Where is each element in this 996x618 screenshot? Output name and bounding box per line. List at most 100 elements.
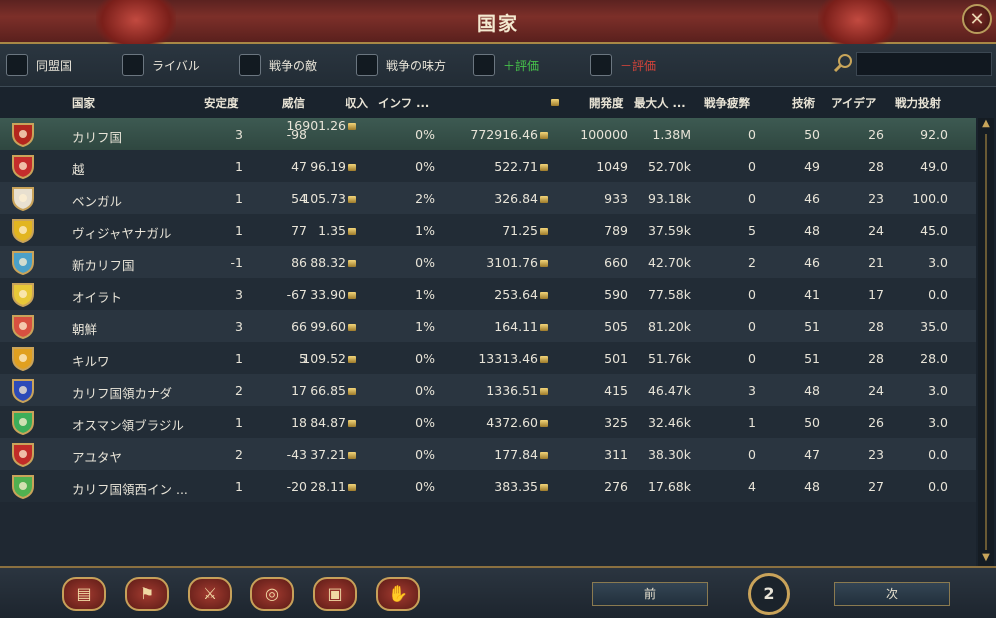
filter-checkbox[interactable] xyxy=(6,54,28,76)
country-flag-icon[interactable] xyxy=(10,217,36,243)
next-page-button[interactable]: 次 xyxy=(834,582,950,606)
ideas-value: 28 xyxy=(868,159,884,174)
prev-page-button[interactable]: 前 xyxy=(592,582,708,606)
tech-value-text: 50 xyxy=(804,415,820,430)
filter-1[interactable]: ライバル xyxy=(122,53,200,77)
income-value: 37.21 xyxy=(310,447,356,462)
country-flag-icon[interactable] xyxy=(10,153,36,179)
country-flag-icon[interactable] xyxy=(10,281,36,307)
country-flag-icon[interactable] xyxy=(10,441,36,467)
stability-value: 2 xyxy=(235,447,243,462)
col-income[interactable]: 収入 xyxy=(345,95,368,111)
scrollbar[interactable]: ▲ ▼ xyxy=(978,118,994,566)
coin-icon[interactable] xyxy=(549,95,559,109)
coins-icon[interactable]: ◎ xyxy=(250,577,294,611)
ideas-value-text: 23 xyxy=(868,191,884,206)
filter-checkbox[interactable] xyxy=(356,54,378,76)
table-row[interactable]: ヴィジャヤナガル 1 77 1.35 1% 71.25 789 37.59k 5 48 24 45.0 xyxy=(0,214,976,246)
ducats-icon xyxy=(540,356,548,363)
country-name-text: アユタヤ xyxy=(72,450,123,465)
country-flag-icon[interactable] xyxy=(10,185,36,211)
table-row[interactable]: キルワ 1 5 109.52 0% 13313.46 501 51.76k 0 51 28 28.0 xyxy=(0,342,976,374)
country-flag-icon[interactable] xyxy=(10,345,36,371)
col-manpower[interactable]: 最大人 ... xyxy=(634,95,686,111)
col-country[interactable]: 国家 xyxy=(72,95,95,111)
col-prestige[interactable]: 威信 xyxy=(282,95,305,111)
ideas-value: 28 xyxy=(868,351,884,366)
income-value-text: 109.52 xyxy=(302,351,346,366)
table-row[interactable]: 朝鮮 3 66 99.60 1% 164.11 505 81.20k 0 51 28 35.0 xyxy=(0,310,976,342)
prestige-value: 66 xyxy=(291,319,307,334)
table-row[interactable]: オスマン領ブラジル 1 18 84.87 0% 4372.60 325 32.46k 1 50 26… xyxy=(0,406,976,438)
stability-value: -1 xyxy=(231,255,243,270)
tech-value: 41 xyxy=(804,287,820,302)
table-header: 国家 安定度 威信 収入 インフ ... 開発度 最大人 ... 戦争疲弊 技術… xyxy=(0,88,976,114)
filter-5[interactable]: －評価 xyxy=(590,53,656,77)
ideas-value: 24 xyxy=(868,223,884,238)
scroll-track[interactable] xyxy=(985,134,987,550)
handshake-icon[interactable]: ✋ xyxy=(376,577,420,611)
filter-checkbox[interactable] xyxy=(239,54,261,76)
trade-goods-icon[interactable]: ▣ xyxy=(313,577,357,611)
filter-checkbox[interactable] xyxy=(590,54,612,76)
search-icon[interactable] xyxy=(832,52,854,74)
stability-value: 1 xyxy=(235,191,243,206)
filter-checkbox[interactable] xyxy=(473,54,495,76)
country-flag-icon[interactable] xyxy=(10,473,36,499)
filter-0[interactable]: 同盟国 xyxy=(6,53,72,77)
tech-value: 48 xyxy=(804,223,820,238)
col-inflation[interactable]: インフ ... xyxy=(378,95,429,111)
country-flag-icon[interactable] xyxy=(10,377,36,403)
country-name: 越 xyxy=(72,159,85,178)
table-row[interactable]: アユタヤ 2 -43 37.21 0% 177.84 311 38.30k 0 47 23 0.0 xyxy=(0,438,976,470)
filter-2[interactable]: 戦争の敵 xyxy=(239,53,317,77)
country-flag-icon[interactable] xyxy=(10,121,36,147)
country-name-text: ヴィジャヤナガル xyxy=(72,226,172,241)
war-exhaustion-value: 0 xyxy=(748,159,756,174)
table-row[interactable]: カリフ国領西イン ... 1 -20 28.11 0% 383.35 276 17.68k 4 4… xyxy=(0,470,976,502)
development-value: 789 xyxy=(604,223,628,238)
filter-3[interactable]: 戦争の味方 xyxy=(356,53,446,77)
prestige-value-text: -67 xyxy=(286,287,307,302)
filter-4[interactable]: ＋評価 xyxy=(473,53,539,77)
development-value: 311 xyxy=(604,447,628,462)
army-commitment-value: 35.0 xyxy=(920,319,948,334)
manpower-value-text: 37.59k xyxy=(647,223,691,238)
col-war-exhaustion[interactable]: 戦争疲弊 xyxy=(704,95,750,111)
col-ideas[interactable]: アイデア xyxy=(831,95,876,111)
table-row[interactable]: 越 1 47 96.19 0% 522.71 1049 52.70k 0 49 28 49.0 xyxy=(0,150,976,182)
ducats-icon xyxy=(348,228,356,235)
close-icon[interactable]: ✕ xyxy=(962,4,992,34)
col-tech[interactable]: 技術 xyxy=(792,95,815,111)
ducats-icon xyxy=(348,420,356,427)
table-row[interactable]: オイラト 3 -67 33.90 1% 253.64 590 77.58k 0 41 17 0.0 xyxy=(0,278,976,310)
col-army-commitment[interactable]: 戦力投射 xyxy=(895,95,941,111)
window-title: 国家 xyxy=(476,13,519,35)
table-row[interactable]: ベンガル 1 54 105.73 2% 326.84 933 93.18k 0 46 23 100.0 xyxy=(0,182,976,214)
table-row[interactable]: カリフ国 3 -98 16901.26 0% 772916.46 100000 1.38M 0 5… xyxy=(0,118,976,150)
scroll-down-icon[interactable]: ▼ xyxy=(978,552,994,566)
manpower-value: 93.18k xyxy=(648,191,691,206)
tech-value: 49 xyxy=(804,159,820,174)
manpower-value-text: 46.47k xyxy=(647,383,691,398)
filter-checkbox[interactable] xyxy=(122,54,144,76)
war-exhaustion-value: 0 xyxy=(748,319,756,334)
country-flag-icon[interactable] xyxy=(10,409,36,435)
inflation-value-text: 0% xyxy=(415,447,435,462)
inflation-value: 0% xyxy=(415,447,435,462)
crossed-swords-icon[interactable]: ⚔ xyxy=(188,577,232,611)
col-development[interactable]: 開発度 xyxy=(589,95,624,111)
scroll-up-icon[interactable]: ▲ xyxy=(978,118,994,132)
table-row[interactable]: 新カリフ国 -1 86 88.32 0% 3101.76 660 42.70k 2 46 21 3.0 xyxy=(0,246,976,278)
country-flag-icon[interactable] xyxy=(10,249,36,275)
col-stability[interactable]: 安定度 xyxy=(204,95,239,111)
ledger-icon[interactable]: ▤ xyxy=(62,577,106,611)
war-exhaustion-value-text: 3 xyxy=(748,383,756,398)
inflation-value-text: 0% xyxy=(415,415,435,430)
flag-icon[interactable]: ⚑ xyxy=(125,577,169,611)
table-row[interactable]: カリフ国領カナダ 2 17 66.85 0% 1336.51 415 46.47k 3 48 24 3… xyxy=(0,374,976,406)
country-flag-icon[interactable] xyxy=(10,313,36,339)
ideas-value-text: 24 xyxy=(868,383,884,398)
search-input[interactable] xyxy=(856,52,992,76)
development-value-text: 590 xyxy=(604,287,628,302)
